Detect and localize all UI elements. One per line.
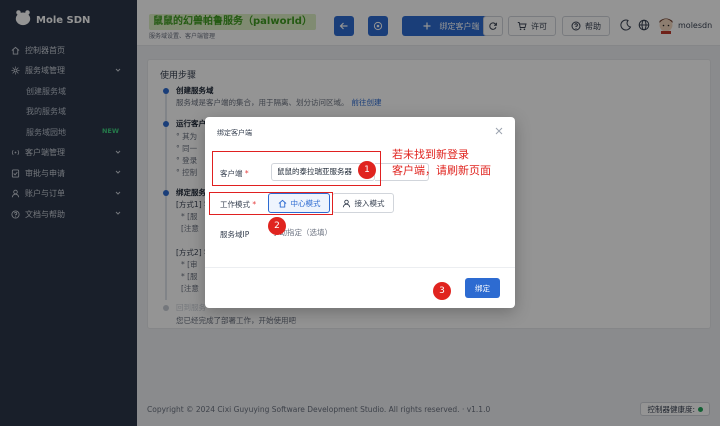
user-icon xyxy=(342,199,350,207)
access-mode-option[interactable]: 接入模式 xyxy=(332,193,394,213)
dialog-title: 绑定客户端 xyxy=(217,129,252,137)
annotation-circle-2: 2 xyxy=(268,217,286,235)
close-icon[interactable] xyxy=(494,126,504,136)
annotation-box-client xyxy=(212,151,381,186)
annotation-note-line-1: 若未找到新登录 xyxy=(392,148,469,161)
annotation-circle-1: 1 xyxy=(358,161,376,179)
dialog-divider xyxy=(205,267,515,268)
annotation-note-line-2: 客户端，请刷新页面 xyxy=(392,164,491,177)
ip-field-label: 服务域IP xyxy=(220,230,250,239)
annotation-circle-3: 3 xyxy=(433,282,451,300)
bind-button[interactable]: 绑定 xyxy=(465,278,500,298)
annotation-box-mode xyxy=(209,192,333,215)
